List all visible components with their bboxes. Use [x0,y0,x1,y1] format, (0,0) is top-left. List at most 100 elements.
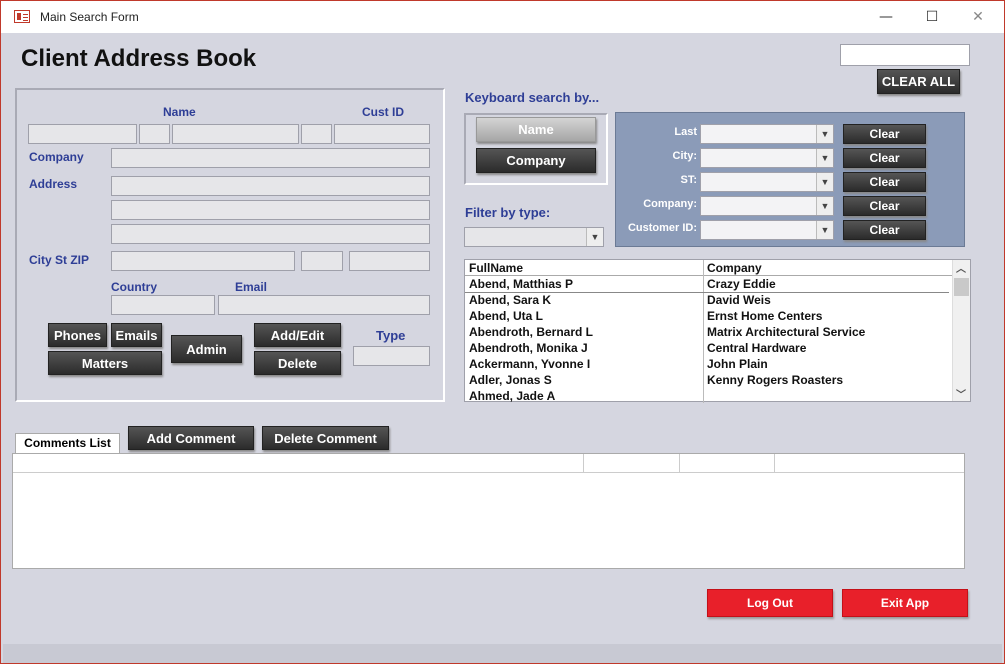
chevron-down-icon: ▼ [816,221,833,239]
city-field[interactable] [111,251,295,271]
fullname-cell: Abendroth, Monika J [469,341,588,355]
clear-field-button[interactable]: Clear [843,124,926,144]
list-header: FullName Company [465,260,952,403]
delete-comment-button[interactable]: Delete Comment [262,426,389,450]
cust-id-field[interactable] [334,124,430,144]
top-search-field[interactable] [840,44,970,66]
chevron-down-icon: ▼ [816,125,833,143]
first-initial-field[interactable] [139,124,170,144]
title-field[interactable] [28,124,137,144]
search-field-dropdown[interactable]: ▼ [700,148,834,168]
app-window: Main Search Form — ☐ ✕ Client Address Bo… [0,0,1005,664]
fullname-cell: Ahmed, Jade A [469,389,556,403]
fullname-cell: Abendroth, Bernard L [469,325,594,339]
phones-button[interactable]: Phones [48,323,107,347]
matters-button[interactable]: Matters [48,351,162,375]
add-comment-button[interactable]: Add Comment [128,426,254,450]
fullname-cell: Abend, Matthias P [469,277,574,291]
zip-field[interactable] [349,251,430,271]
company-cell: Matrix Architectural Service [707,325,866,339]
access-form-icon [14,10,30,23]
clear-field-button[interactable]: Clear [843,148,926,168]
search-field-dropdown[interactable]: ▼ [700,172,834,192]
company-cell: Central Hardware [707,341,807,355]
list-item[interactable]: Ahmed, Jade A [465,389,949,405]
search-by-company-button[interactable]: Company [476,148,596,173]
add-edit-button[interactable]: Add/Edit [254,323,341,347]
company-label: Company [29,150,84,164]
address-label: Address [29,177,78,191]
search-field-label: Customer ID: [627,222,697,234]
custid-label: Cust ID [362,105,404,119]
state-field[interactable] [301,251,343,271]
log-out-button[interactable]: Log Out [707,589,833,617]
comments-grid[interactable] [12,453,965,569]
company-cell: Kenny Rogers Roasters [707,373,844,387]
title-bar: Main Search Form — ☐ ✕ [1,1,1004,33]
address-line1-field[interactable] [111,176,430,196]
list-item[interactable]: Abend, Matthias P Crazy Eddie [465,277,949,293]
clear-field-button[interactable]: Clear [843,172,926,192]
chevron-down-icon: ▼ [816,173,833,191]
header-company[interactable]: Company [707,261,762,275]
exit-app-button[interactable]: Exit App [842,589,968,617]
scroll-down-icon[interactable]: ﹀ [956,386,966,401]
list-item[interactable]: Abendroth, Monika J Central Hardware [465,341,949,357]
chevron-down-icon: ▼ [816,197,833,215]
list-item[interactable]: Abend, Sara K David Weis [465,293,949,309]
clear-field-button[interactable]: Clear [843,220,926,240]
address-line3-field[interactable] [111,224,430,244]
admin-button[interactable]: Admin [171,335,242,363]
minimize-button[interactable]: — [863,1,909,33]
company-cell: Ernst Home Centers [707,309,823,323]
type-field[interactable] [353,346,430,366]
clear-field-button[interactable]: Clear [843,196,926,216]
list-item[interactable]: Adler, Jonas S Kenny Rogers Roasters [465,373,949,389]
fullname-cell: Abend, Sara K [469,293,552,307]
type-label: Type [376,328,406,343]
search-field-label: ST: [680,174,698,186]
name-label: Name [163,105,196,119]
first-name-field[interactable] [172,124,299,144]
list-item[interactable]: Ackermann, Yvonne I John Plain [465,357,949,373]
status-bar [3,644,1002,663]
results-list[interactable]: FullName Company ︿ ﹀ Abend, Matthias P Cr… [464,259,971,405]
city-st-zip-label: City St ZIP [29,253,90,267]
company-cell: Crazy Eddie [707,277,776,291]
scroll-thumb[interactable] [954,278,969,296]
clear-all-button[interactable]: CLEAR ALL [877,69,960,94]
list-item[interactable]: Abendroth, Bernard L Matrix Architectural… [465,325,949,341]
results-scrollbar[interactable]: ︿ ﹀ [952,260,970,401]
country-field[interactable] [111,295,215,315]
search-by-name-button[interactable]: Name [476,117,596,142]
search-field-dropdown[interactable]: ▼ [700,220,834,240]
list-item[interactable]: Abend, Uta L Ernst Home Centers [465,309,949,325]
address-line2-field[interactable] [111,200,430,220]
close-button[interactable]: ✕ [955,1,1001,33]
page-title: Client Address Book [21,45,257,72]
company-cell: David Weis [707,293,771,307]
country-label: Country [111,280,157,294]
comments-grid-header [13,454,964,473]
comments-list-tab[interactable]: Comments List [15,433,120,453]
header-fullname[interactable]: FullName [469,261,523,275]
keyboard-search-label: Keyboard search by... [465,90,600,105]
window-title: Main Search Form [40,10,139,24]
company-field[interactable] [111,148,430,168]
search-field-label: Last [674,126,697,138]
search-field-dropdown[interactable]: ▼ [700,196,834,216]
email-field[interactable] [218,295,430,315]
email-label: Email [235,280,268,294]
fullname-cell: Ackermann, Yvonne I [469,357,591,371]
scroll-up-icon[interactable]: ︿ [956,260,966,275]
filter-type-dropdown[interactable]: ▼ [464,227,604,247]
maximize-button[interactable]: ☐ [909,1,955,33]
search-field-label: Company: [643,198,697,210]
main-search-form: Client Address Book CLEAR ALL Name Cust … [3,33,1002,644]
emails-button[interactable]: Emails [111,323,162,347]
delete-button[interactable]: Delete [254,351,341,375]
chevron-down-icon: ▼ [816,149,833,167]
filter-by-type-label: Filter by type: [465,205,551,220]
search-field-dropdown[interactable]: ▼ [700,124,834,144]
middle-initial-field[interactable] [301,124,332,144]
